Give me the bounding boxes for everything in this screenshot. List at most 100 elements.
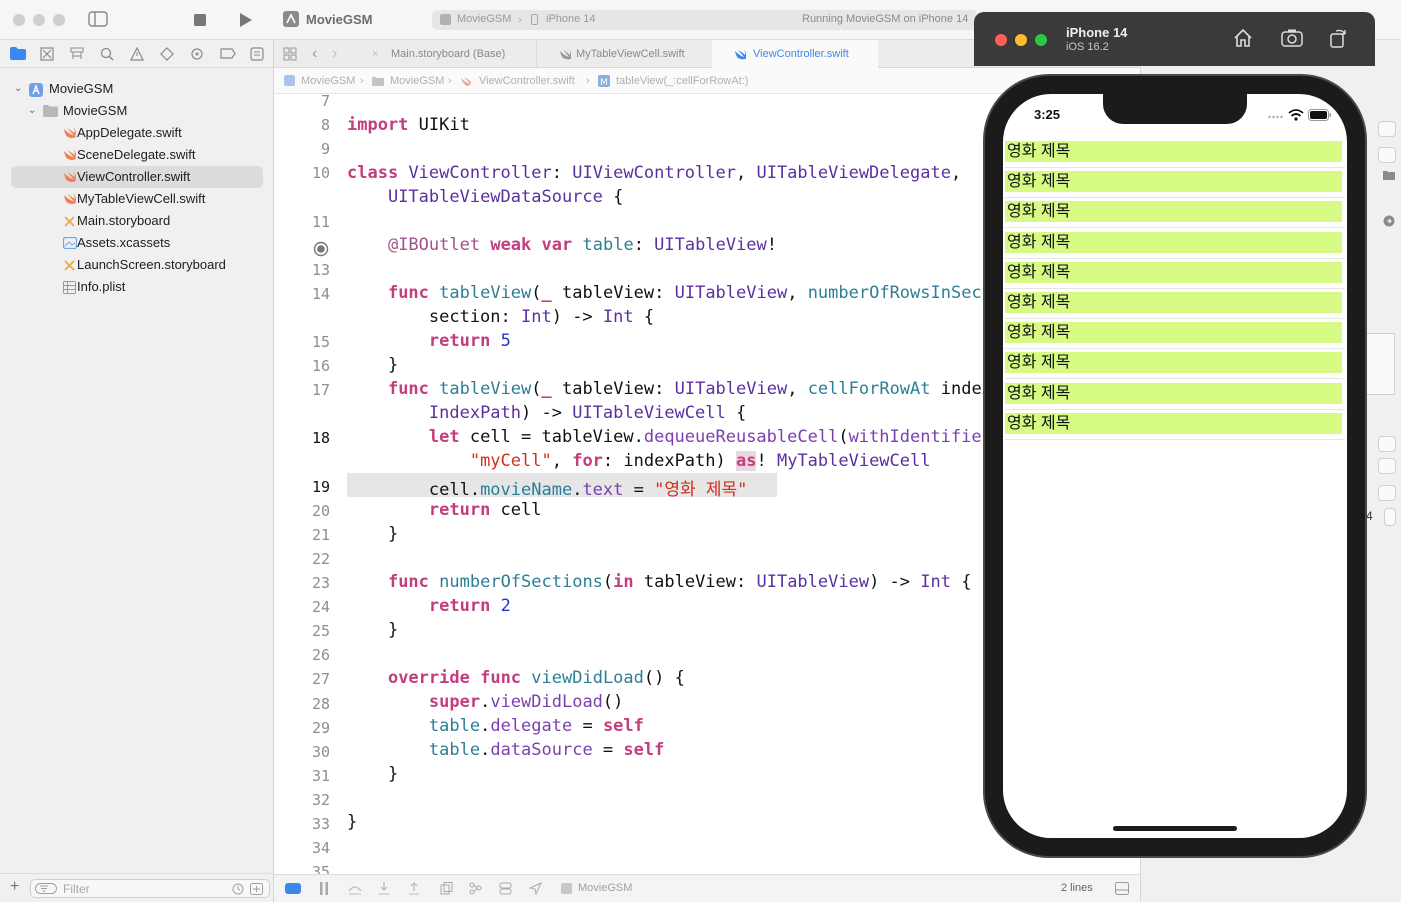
- table-row[interactable]: 영화 제목: [1005, 289, 1345, 319]
- stepper[interactable]: [1384, 508, 1396, 526]
- screenshot-icon[interactable]: [1281, 29, 1303, 47]
- file-mytableviewcell-swift[interactable]: MyTableViewCell.swift: [0, 188, 274, 210]
- zoom-window-button[interactable]: [53, 14, 65, 26]
- tab-label: Main.storyboard (Base): [391, 48, 506, 60]
- test-icon[interactable]: [160, 47, 174, 61]
- location-icon[interactable]: [529, 882, 542, 895]
- console-toggle-icon[interactable]: [285, 883, 301, 894]
- file-scenedelegate-swift[interactable]: SceneDelegate.swift: [0, 144, 274, 166]
- scheme-name[interactable]: MovieGSM: [457, 13, 511, 25]
- popup-button[interactable]: [1378, 458, 1396, 474]
- issue-icon[interactable]: [130, 47, 144, 61]
- movie-name-label: 영화 제목: [1005, 352, 1342, 374]
- symbol-icon[interactable]: [70, 47, 84, 61]
- environment-icon[interactable]: [499, 882, 512, 895]
- close-window-button[interactable]: [13, 14, 25, 26]
- table-row[interactable]: 영화 제목: [1005, 259, 1345, 289]
- movie-name-label: 영화 제목: [1005, 322, 1342, 344]
- stepper-value[interactable]: 4: [1366, 509, 1373, 523]
- find-icon[interactable]: [100, 47, 114, 61]
- close-icon[interactable]: ×: [372, 40, 378, 68]
- table-row[interactable]: 영화 제목: [1005, 198, 1345, 229]
- line-number-gutter[interactable]: 7 8 9 10 11 13 14 15 16 17 18 19 20 21 22 23 24 25 26 27 28 2…: [274, 94, 344, 874]
- memory-graph-icon[interactable]: [469, 882, 482, 895]
- folder-icon[interactable]: [1383, 170, 1395, 180]
- app-icon: [561, 883, 572, 894]
- breadcrumb-file[interactable]: ViewController.swift: [479, 68, 575, 94]
- recent-files-icon[interactable]: [232, 883, 244, 895]
- source-filter-icon[interactable]: [250, 883, 263, 895]
- disclosure-chevron-icon[interactable]: ⌄: [28, 100, 36, 122]
- sidebar-toggle-icon[interactable]: [88, 11, 108, 27]
- filter-field[interactable]: Filter: [30, 879, 270, 898]
- code-line: section: Int) -> Int {: [347, 307, 655, 327]
- breadcrumb-project[interactable]: MovieGSM: [301, 68, 355, 94]
- run-icon[interactable]: [239, 12, 253, 28]
- storyboard-file-icon: [63, 259, 75, 271]
- table-row[interactable]: 영화 제목: [1005, 229, 1345, 259]
- simulator-minimize-button[interactable]: [1015, 34, 1027, 46]
- source-control-icon[interactable]: [40, 47, 54, 61]
- breadcrumb-symbol[interactable]: tableView(_:cellForRowAt:): [616, 68, 748, 94]
- report-icon[interactable]: [250, 47, 264, 61]
- destination-name[interactable]: iPhone 14: [546, 13, 596, 25]
- folder-icon[interactable]: [10, 47, 26, 60]
- iphone-screen[interactable]: 3:25 영화 제목 영화 제목 영화 제목 영화 제목 영화 제목 영화 제목 영화 제목…: [1003, 94, 1347, 838]
- back-chevron-icon[interactable]: ‹: [312, 45, 317, 63]
- file-info-plist[interactable]: Info.plist: [0, 276, 274, 298]
- app-icon: [283, 11, 299, 27]
- related-items-icon[interactable]: [283, 47, 297, 61]
- file-launchscreen-storyboard[interactable]: LaunchScreen.storyboard: [0, 254, 274, 276]
- file-assets-xcassets[interactable]: Assets.xcassets: [0, 232, 274, 254]
- stop-icon[interactable]: [193, 13, 207, 27]
- add-icon[interactable]: +: [10, 878, 19, 896]
- code-line: return 2: [428, 596, 511, 616]
- chevron-right-icon: ›: [360, 75, 364, 87]
- table-row[interactable]: 영화 제목: [1005, 380, 1345, 410]
- file-appdelegate-swift[interactable]: AppDelegate.swift: [0, 122, 274, 144]
- breadcrumb-group[interactable]: MovieGSM: [390, 68, 444, 94]
- step-out-icon[interactable]: [408, 882, 420, 895]
- table-row[interactable]: 영화 제목: [1005, 168, 1345, 199]
- file-moviegsm[interactable]: ⌄ MovieGSM: [0, 100, 274, 122]
- arrow-circle-icon[interactable]: [1383, 215, 1395, 227]
- table-row[interactable]: 영화 제목: [1005, 138, 1345, 168]
- view-hierarchy-icon[interactable]: [440, 882, 453, 895]
- filter-options-icon[interactable]: [35, 883, 57, 894]
- step-over-icon[interactable]: [348, 883, 362, 895]
- pause-icon[interactable]: [319, 882, 329, 895]
- swift-file-icon: [63, 127, 76, 139]
- debug-icon[interactable]: [190, 47, 204, 61]
- breakpoint-marker-icon[interactable]: [313, 241, 329, 257]
- popup-button[interactable]: [1378, 436, 1396, 452]
- tab-viewcontroller[interactable]: ViewController.swift: [712, 40, 878, 68]
- table-row[interactable]: 영화 제목: [1005, 319, 1345, 350]
- file-viewcontroller-swift[interactable]: ViewController.swift: [11, 166, 263, 188]
- table-row[interactable]: 영화 제목: [1005, 410, 1345, 440]
- breakpoint-icon[interactable]: [220, 48, 236, 59]
- code-line: }: [347, 764, 399, 784]
- rotate-icon[interactable]: [1328, 28, 1348, 48]
- line-number: 22: [311, 549, 330, 568]
- scheme-activity-bar[interactable]: MovieGSM › iPhone 14 Running MovieGSM on…: [432, 10, 977, 30]
- code-line: }: [347, 812, 358, 832]
- tab-main-storyboard[interactable]: × Main.storyboard (Base): [366, 40, 536, 68]
- file-main-storyboard[interactable]: Main.storyboard: [0, 210, 274, 232]
- popup-button[interactable]: [1378, 121, 1396, 137]
- minimize-window-button[interactable]: [33, 14, 45, 26]
- home-indicator[interactable]: [1113, 826, 1237, 831]
- popup-button[interactable]: [1378, 485, 1396, 501]
- forward-chevron-icon[interactable]: ›: [332, 45, 337, 63]
- tab-mytableviewcell[interactable]: MyTableViewCell.swift: [536, 40, 712, 68]
- line-count: 2 lines: [1061, 882, 1093, 894]
- home-icon[interactable]: [1233, 28, 1253, 48]
- simulator-close-button[interactable]: [995, 34, 1007, 46]
- disclosure-chevron-icon[interactable]: ⌄: [14, 78, 22, 100]
- simulator-zoom-button[interactable]: [1035, 34, 1047, 46]
- file-moviegsm[interactable]: ⌄ MovieGSM: [0, 78, 274, 100]
- movie-table-view[interactable]: 영화 제목 영화 제목 영화 제목 영화 제목 영화 제목 영화 제목 영화 제목 영화 제목…: [1003, 138, 1347, 440]
- step-into-icon[interactable]: [378, 882, 390, 895]
- table-row[interactable]: 영화 제목: [1005, 349, 1345, 380]
- popup-button[interactable]: [1378, 147, 1396, 163]
- split-console-icon[interactable]: [1115, 882, 1129, 895]
